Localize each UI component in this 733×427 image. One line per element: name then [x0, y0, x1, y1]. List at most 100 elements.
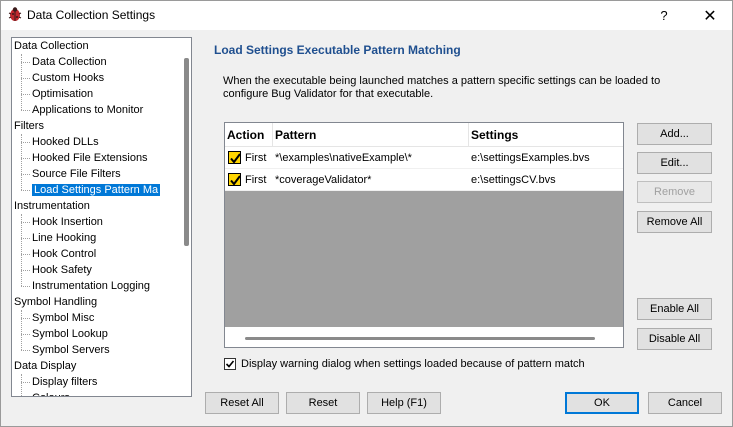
tree-item-label: Applications to Monitor [32, 104, 144, 116]
bug-validator-app-icon [7, 6, 23, 22]
tree-item-label: Hooked DLLs [32, 136, 99, 148]
remove-all-button[interactable]: Remove All [637, 211, 712, 233]
section-title: Load Settings Executable Pattern Matchin… [214, 43, 461, 57]
tree-connector [21, 78, 30, 79]
cell-pattern: *coverageValidator* [275, 174, 372, 186]
cell-action: First [245, 152, 267, 164]
section-description: When the executable being launched match… [223, 75, 661, 100]
settings-tree[interactable]: Data Collection Data Collection Custom Hoo… [11, 37, 192, 397]
tree-connector [21, 158, 30, 159]
tree-category[interactable]: Instrumentation [14, 198, 90, 214]
tree-item-label: Hooked File Extensions [32, 152, 148, 164]
warning-checkbox-label: Display warning dialog when settings loa… [241, 358, 585, 370]
tree-connector [21, 174, 30, 175]
tree-item-label: Optimisation [32, 88, 94, 100]
tree-connector [21, 134, 22, 190]
tree-item[interactable]: Hook Control [32, 246, 96, 262]
tree-item[interactable]: Source File Filters [32, 166, 121, 182]
column-header-settings[interactable]: Settings [469, 123, 623, 147]
tree-connector [21, 94, 30, 95]
tree-item[interactable]: Display filters [32, 374, 97, 390]
tree-item-label: Display filters [32, 376, 98, 388]
tree-item[interactable]: Custom Hooks [32, 70, 104, 86]
table-row[interactable]: First *coverageValidator* e:\settingsCV.… [225, 169, 623, 191]
help-title-button[interactable]: ? [641, 1, 687, 30]
list-horizontal-scrollbar[interactable] [225, 327, 623, 347]
tree-item[interactable]: Symbol Lookup [32, 326, 108, 342]
tree-item[interactable]: Data Collection [32, 54, 107, 70]
tree-connector [21, 254, 30, 255]
reset-all-button[interactable]: Reset All [205, 392, 279, 414]
tree-connector [21, 222, 30, 223]
close-button[interactable]: ✕ [687, 1, 733, 30]
row-enabled-checkbox[interactable] [228, 173, 241, 186]
tree-category[interactable]: Data Collection [14, 38, 89, 54]
ok-button[interactable]: OK [565, 392, 639, 414]
help-button[interactable]: Help (F1) [367, 392, 441, 414]
pattern-list[interactable]: Action Pattern Settings First *\examples… [224, 122, 624, 348]
cell-pattern: *\examples\nativeExample\* [275, 152, 412, 164]
tree-item-label: Data Display [14, 360, 77, 372]
checkmark-icon [230, 153, 241, 164]
tree-item-label: Instrumentation [14, 200, 90, 212]
title-bar: Data Collection Settings ? ✕ [1, 1, 732, 30]
tree-item[interactable]: Instrumentation Logging [32, 278, 150, 294]
tree-item[interactable]: Line Hooking [32, 230, 96, 246]
tree-item[interactable]: Colours [32, 390, 70, 396]
tree-connector [21, 62, 30, 63]
remove-button[interactable]: Remove [637, 181, 712, 203]
window-title: Data Collection Settings [27, 8, 156, 22]
tree-item[interactable]: Hook Insertion [32, 214, 103, 230]
tree-connector [21, 214, 22, 286]
tree-connector [21, 238, 30, 239]
tree-item-label: Instrumentation Logging [32, 280, 151, 292]
tree-item-label: Hook Safety [32, 264, 92, 276]
tree-connector [21, 270, 30, 271]
tree-connector [21, 374, 22, 396]
cell-action: First [245, 174, 267, 186]
tree-item[interactable]: Hooked File Extensions [32, 150, 148, 166]
tree-item-label: Data Collection [14, 40, 89, 52]
tree-item[interactable]: Load Settings Pattern Ma [32, 182, 161, 198]
warning-checkbox-box[interactable] [224, 358, 236, 370]
tree-item-label: Symbol Servers [32, 344, 110, 356]
tree-item-label: Filters [14, 120, 44, 132]
tree-item[interactable]: Hook Safety [32, 262, 92, 278]
tree-item-label: Custom Hooks [32, 72, 105, 84]
tree-item-label: Data Collection [32, 56, 107, 68]
tree-item[interactable]: Symbol Misc [32, 310, 94, 326]
table-row[interactable]: First *\examples\nativeExample\* e:\sett… [225, 147, 623, 169]
tree-connector [21, 310, 22, 350]
add-button[interactable]: Add... [637, 123, 712, 145]
tree-scroll-thumb[interactable] [184, 58, 189, 246]
list-scroll-thumb[interactable] [245, 337, 595, 340]
tree-item-label: Symbol Lookup [32, 328, 108, 340]
tree-category[interactable]: Filters [14, 118, 44, 134]
cancel-button[interactable]: Cancel [648, 392, 722, 414]
edit-button[interactable]: Edit... [637, 152, 712, 174]
disable-all-button[interactable]: Disable All [637, 328, 712, 350]
tree-item-label: Load Settings Pattern Ma [32, 184, 161, 196]
tree-item-label: Hook Insertion [32, 216, 103, 228]
row-enabled-checkbox[interactable] [228, 151, 241, 164]
checkmark-icon [230, 175, 241, 186]
tree-category[interactable]: Symbol Handling [14, 294, 97, 310]
column-header-pattern[interactable]: Pattern [273, 123, 469, 147]
tree-connector [21, 382, 30, 383]
tree-connector [21, 286, 30, 287]
column-header-action[interactable]: Action [225, 123, 273, 147]
tree-vertical-scrollbar[interactable] [182, 38, 191, 396]
tree-connector [21, 190, 30, 191]
list-header: Action Pattern Settings [225, 123, 623, 147]
tree-item[interactable]: Optimisation [32, 86, 93, 102]
tree-connector [21, 54, 22, 110]
tree-item[interactable]: Applications to Monitor [32, 102, 143, 118]
tree-category[interactable]: Data Display [14, 358, 76, 374]
enable-all-button[interactable]: Enable All [637, 298, 712, 320]
tree-item[interactable]: Hooked DLLs [32, 134, 99, 150]
tree-item-label: Colours [32, 392, 70, 396]
checkmark-icon [225, 360, 235, 368]
tree-item[interactable]: Symbol Servers [32, 342, 110, 358]
dialog-window: Data Collection Settings ? ✕ Data Collec… [0, 0, 733, 427]
reset-button[interactable]: Reset [286, 392, 360, 414]
